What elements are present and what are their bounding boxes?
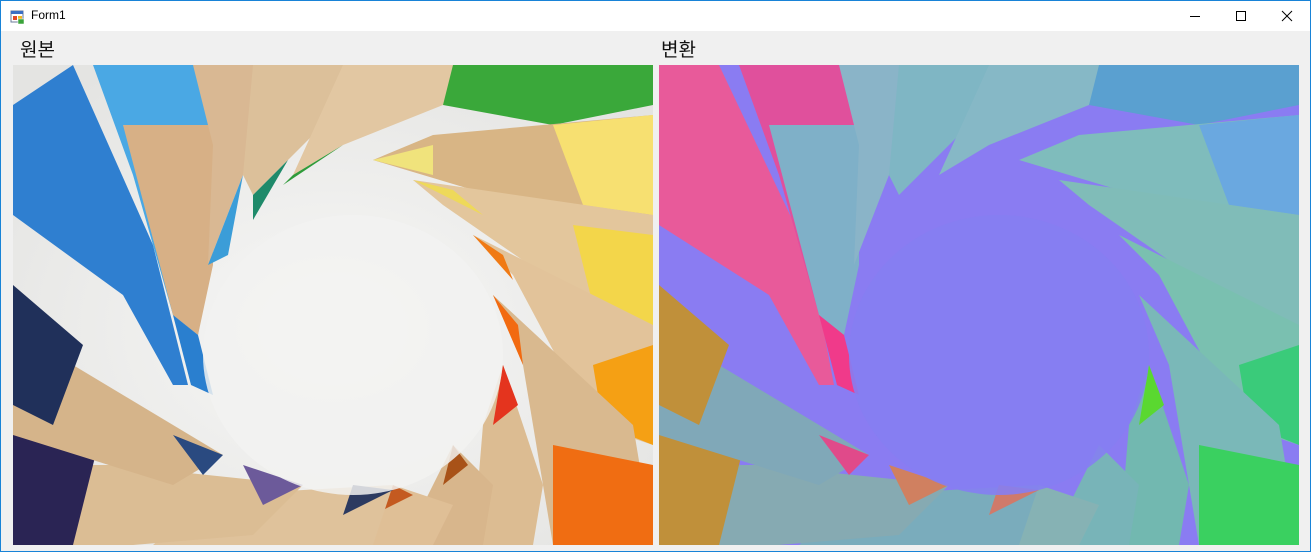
colored-pencils-circle-color-transformed — [659, 65, 1299, 545]
maximize-button[interactable] — [1218, 1, 1264, 31]
close-icon — [1281, 7, 1293, 26]
window-title: Form1 — [31, 8, 66, 22]
form-client-area: 원본 변환 — [1, 31, 1310, 551]
title-bar[interactable]: Form1 — [1, 1, 1310, 31]
colored-pencils-circle-photo — [13, 65, 653, 545]
converted-picture-box[interactable] — [659, 65, 1299, 545]
maximize-icon — [1235, 7, 1247, 26]
converted-label: 변환 — [661, 39, 696, 61]
app-window: Form1 원본 변환 — [0, 0, 1311, 552]
minimize-button[interactable] — [1172, 1, 1218, 31]
minimize-icon — [1189, 7, 1201, 26]
original-label: 원본 — [20, 39, 55, 61]
winforms-app-icon[interactable] — [10, 9, 26, 25]
original-picture-box[interactable] — [13, 65, 653, 545]
close-button[interactable] — [1264, 1, 1310, 31]
